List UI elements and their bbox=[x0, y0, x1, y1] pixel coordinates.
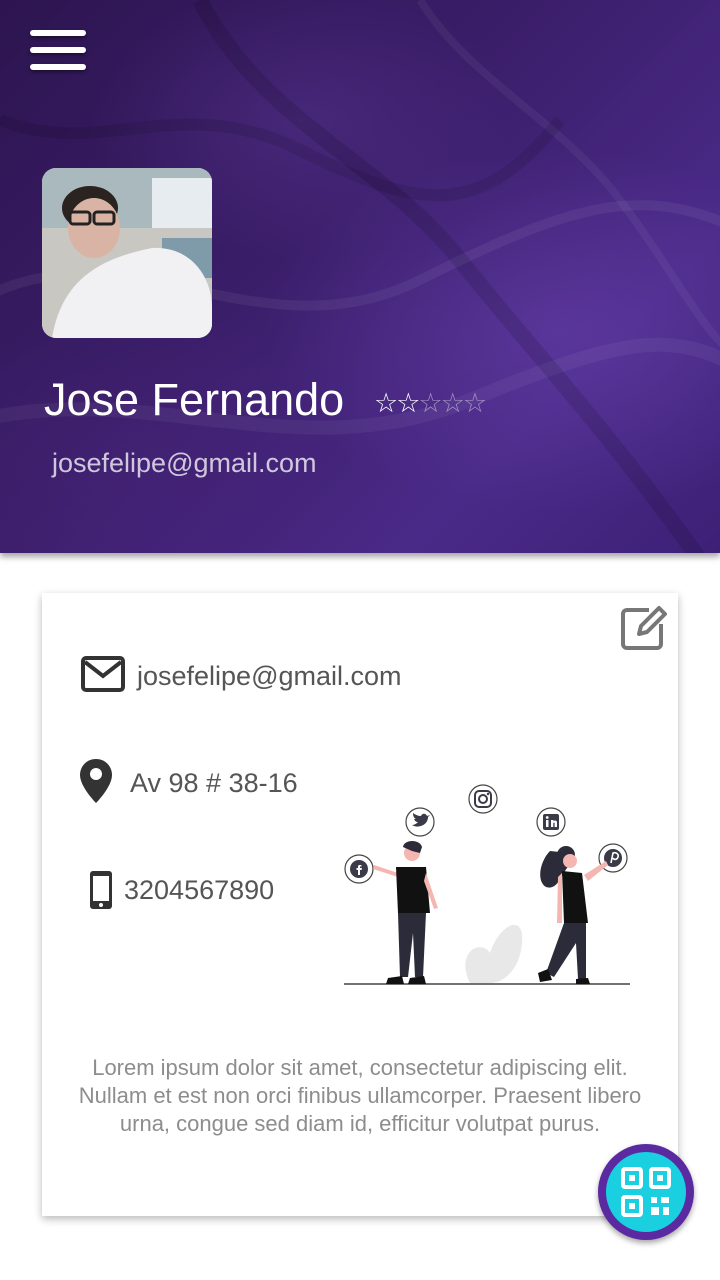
rating-stars: ☆☆☆☆☆ bbox=[374, 388, 487, 419]
contact-email[interactable]: josefelipe@gmail.com bbox=[137, 661, 402, 692]
menu-button[interactable] bbox=[28, 28, 88, 74]
profile-description: Lorem ipsum dolor sit amet, consectetur … bbox=[78, 1055, 642, 1136]
profile-header: Jose Fernando ☆☆☆☆☆ josefelipe@gmail.com bbox=[0, 0, 720, 553]
contact-card: josefelipe@gmail.com Av 98 # 38-16 32045… bbox=[42, 593, 678, 1216]
qr-code-icon bbox=[621, 1167, 671, 1217]
star-icon: ☆ bbox=[374, 388, 398, 418]
linkedin-icon bbox=[536, 807, 566, 837]
edit-icon bbox=[621, 606, 667, 650]
phone-icon bbox=[90, 871, 112, 909]
mail-icon bbox=[81, 656, 125, 692]
twitter-icon bbox=[405, 807, 435, 837]
profile-name: Jose Fernando bbox=[44, 374, 345, 425]
edit-button[interactable] bbox=[619, 600, 671, 652]
contact-phone[interactable]: 3204567890 bbox=[124, 875, 274, 906]
profile-email: josefelipe@gmail.com bbox=[52, 448, 317, 478]
star-icon: ☆ bbox=[396, 388, 420, 418]
social-media-illustration bbox=[344, 784, 630, 985]
avatar-photo bbox=[42, 168, 212, 338]
contact-address: Av 98 # 38-16 bbox=[130, 768, 298, 798]
woman-figure bbox=[538, 846, 608, 984]
star-icon: ☆ bbox=[440, 388, 465, 418]
qr-code-button[interactable] bbox=[598, 1144, 694, 1240]
avatar[interactable] bbox=[42, 168, 212, 338]
location-pin-icon bbox=[80, 759, 112, 803]
star-icon: ☆ bbox=[418, 388, 442, 418]
hamburger-menu-icon bbox=[30, 30, 86, 36]
facebook-icon bbox=[344, 854, 374, 884]
man-figure bbox=[373, 841, 438, 984]
star-icon: ☆ bbox=[462, 388, 487, 418]
instagram-icon bbox=[468, 784, 498, 814]
